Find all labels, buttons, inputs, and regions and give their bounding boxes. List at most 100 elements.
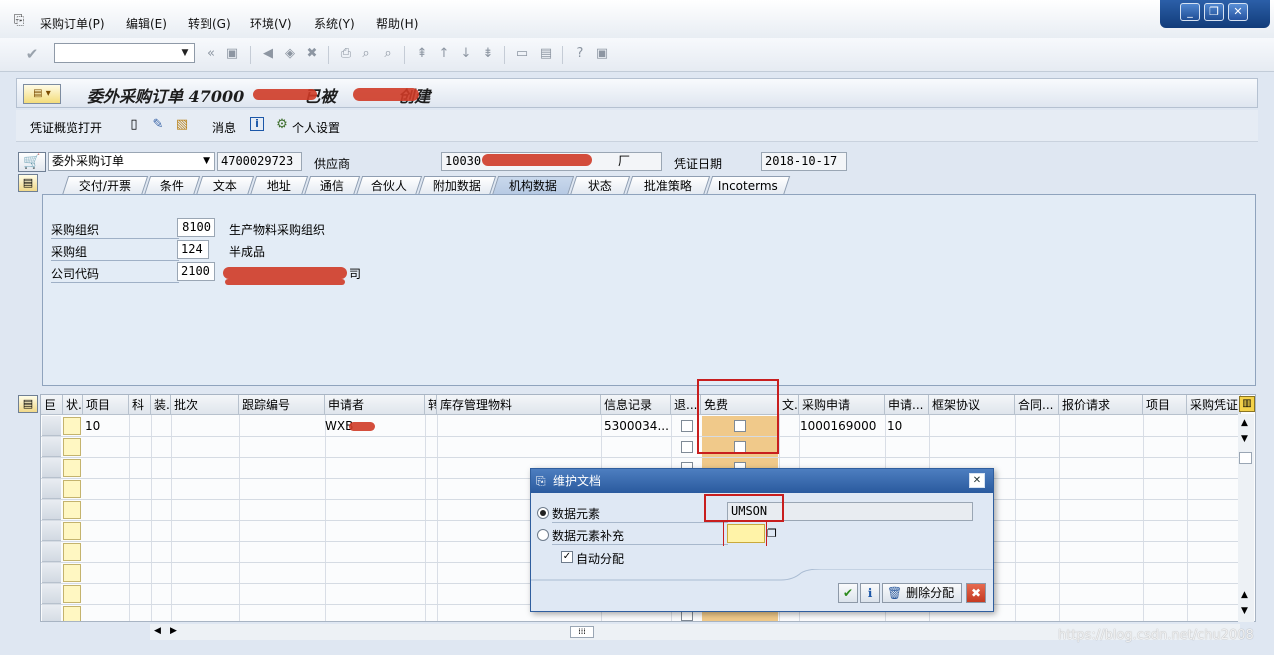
- po-number-field[interactable]: 4700029723: [217, 152, 302, 171]
- find-next-icon[interactable]: ⌕: [380, 46, 396, 62]
- find-icon[interactable]: ⌕: [358, 46, 374, 62]
- tab-status[interactable]: 状态: [570, 176, 631, 195]
- col-header-account[interactable]: 科: [129, 395, 151, 415]
- radio-data-element[interactable]: [537, 507, 549, 519]
- menu-system[interactable]: 系统(Y): [314, 15, 355, 32]
- document-menu-icon[interactable]: ▤ ▾: [23, 84, 61, 104]
- row-selector[interactable]: [42, 437, 61, 457]
- enter-icon[interactable]: ✔: [24, 46, 40, 62]
- menu-goto[interactable]: 转到(G): [188, 15, 231, 32]
- exit-icon[interactable]: ◈: [282, 46, 298, 62]
- close-icon[interactable]: ✕: [969, 473, 985, 488]
- chevron-down-icon[interactable]: ▼: [176, 44, 194, 62]
- row1-info-record[interactable]: 5300034...: [604, 419, 669, 433]
- col-header-item-cat[interactable]: 装.: [151, 395, 171, 415]
- scroll-thumb[interactable]: ⁞⁞⁞: [570, 626, 594, 638]
- tab-release-strategy[interactable]: 批准策略: [626, 176, 711, 195]
- prev-page-icon[interactable]: ↑: [436, 46, 452, 62]
- tab-address[interactable]: 地址: [250, 176, 309, 195]
- create-document-icon[interactable]: ▯: [126, 117, 142, 133]
- col-header-stock-material[interactable]: 库存管理物料: [437, 395, 601, 415]
- menu-edit[interactable]: 编辑(E): [126, 15, 167, 32]
- back-icon[interactable]: ◀: [260, 46, 276, 62]
- row-selector[interactable]: [42, 605, 61, 621]
- auto-assign-label[interactable]: 自动分配: [576, 550, 624, 567]
- radio-data-element-supplement[interactable]: [537, 529, 549, 541]
- returns-checkbox[interactable]: [681, 420, 693, 432]
- close-window-button[interactable]: ✕: [1228, 3, 1248, 21]
- menu-help[interactable]: 帮助(H): [376, 15, 418, 32]
- col-header-batch[interactable]: 批次: [171, 395, 239, 415]
- cancel-button[interactable]: ✖: [966, 583, 986, 603]
- col-header-agreement[interactable]: 框架协议: [929, 395, 1015, 415]
- row-status-cell[interactable]: [63, 606, 81, 621]
- data-element-label[interactable]: 数据元素: [552, 505, 728, 523]
- personal-settings-button[interactable]: 个人设置: [292, 119, 340, 136]
- row1-item[interactable]: 10: [85, 419, 100, 433]
- display-change-icon[interactable]: ✎: [150, 117, 166, 133]
- col-header-rfq[interactable]: 报价请求: [1059, 395, 1143, 415]
- row-status-cell[interactable]: [63, 543, 81, 561]
- col-header-transfer[interactable]: 转: [425, 395, 437, 415]
- auto-assign-checkbox[interactable]: ✓: [561, 551, 573, 563]
- menu-window-icon[interactable]: ⎘: [14, 13, 24, 28]
- column-settings-icon[interactable]: ▥: [1239, 396, 1255, 412]
- row1-pr-item[interactable]: 10: [887, 419, 902, 433]
- row-status-cell[interactable]: [63, 501, 81, 519]
- cart-icon[interactable]: 🛒: [18, 152, 46, 172]
- save-icon[interactable]: ▣: [224, 46, 240, 62]
- col-header-text[interactable]: 文.: [779, 395, 799, 415]
- col-header-pr-item[interactable]: 申请...: [885, 395, 929, 415]
- tab-additional-data[interactable]: 附加数据: [418, 176, 497, 195]
- purch-org-field[interactable]: 8100: [177, 218, 215, 237]
- row-selector[interactable]: [42, 521, 61, 541]
- tab-communication[interactable]: 通信: [304, 176, 361, 195]
- purch-group-field[interactable]: 124: [177, 240, 209, 259]
- scroll-up-icon[interactable]: ▲: [1241, 418, 1248, 428]
- scroll-thumb[interactable]: [1239, 452, 1252, 464]
- company-code-field[interactable]: 2100: [177, 262, 215, 281]
- doc-date-field[interactable]: 2018-10-17: [761, 152, 847, 171]
- row-status-cell[interactable]: [63, 417, 81, 435]
- restore-button[interactable]: ❐: [1204, 3, 1224, 21]
- minimize-button[interactable]: _: [1180, 3, 1200, 21]
- col-header-tracking[interactable]: 跟踪编号: [239, 395, 325, 415]
- row-status-cell[interactable]: [63, 564, 81, 582]
- messages-button[interactable]: 消息: [212, 119, 236, 136]
- help-icon[interactable]: ?: [572, 46, 588, 62]
- col-header-pr[interactable]: 采购申请: [799, 395, 885, 415]
- command-field[interactable]: ▼: [54, 43, 195, 63]
- document-overview-button[interactable]: 凭证概览打开: [30, 119, 102, 136]
- row-selector[interactable]: [42, 416, 61, 436]
- shortcut-icon[interactable]: ▤: [538, 46, 554, 62]
- tab-org-data[interactable]: 机构数据: [492, 176, 575, 195]
- row-status-cell[interactable]: [63, 459, 81, 477]
- col-header-info-record[interactable]: 信息记录: [601, 395, 671, 415]
- info-icon[interactable]: i: [250, 117, 264, 131]
- tab-incoterms[interactable]: Incoterms: [706, 176, 791, 195]
- menu-environment[interactable]: 环境(V): [250, 15, 292, 32]
- chevron-down-icon[interactable]: ▼: [203, 153, 210, 170]
- next-page-icon[interactable]: ↓: [458, 46, 474, 62]
- new-session-icon[interactable]: ▭: [514, 46, 530, 62]
- row-selector[interactable]: [42, 563, 61, 583]
- expand-header-icon[interactable]: ▤: [18, 174, 38, 192]
- col-header-select[interactable]: 巨: [41, 395, 63, 415]
- scroll-down-icon[interactable]: ▼: [1241, 434, 1248, 444]
- scroll-left-icon[interactable]: ◀: [154, 626, 161, 636]
- row-status-cell[interactable]: [63, 585, 81, 603]
- tab-texts[interactable]: 文本: [196, 176, 255, 195]
- value-help-icon[interactable]: ❐: [767, 527, 777, 540]
- expand-items-icon[interactable]: ▤: [18, 395, 38, 413]
- other-document-icon[interactable]: ▧: [174, 117, 190, 133]
- layout-menu-icon[interactable]: ▣: [594, 46, 610, 62]
- personal-settings-icon[interactable]: ⚙: [274, 117, 290, 133]
- first-page-icon[interactable]: ⇞: [414, 46, 430, 62]
- col-header-requester[interactable]: 申请者: [325, 395, 425, 415]
- row-selector[interactable]: [42, 458, 61, 478]
- row-selector[interactable]: [42, 479, 61, 499]
- info-button[interactable]: ℹ: [860, 583, 880, 603]
- col-header-status[interactable]: 状.: [63, 395, 83, 415]
- col-header-item[interactable]: 项目: [83, 395, 129, 415]
- data-element-supplement-label[interactable]: 数据元素补充: [552, 527, 728, 545]
